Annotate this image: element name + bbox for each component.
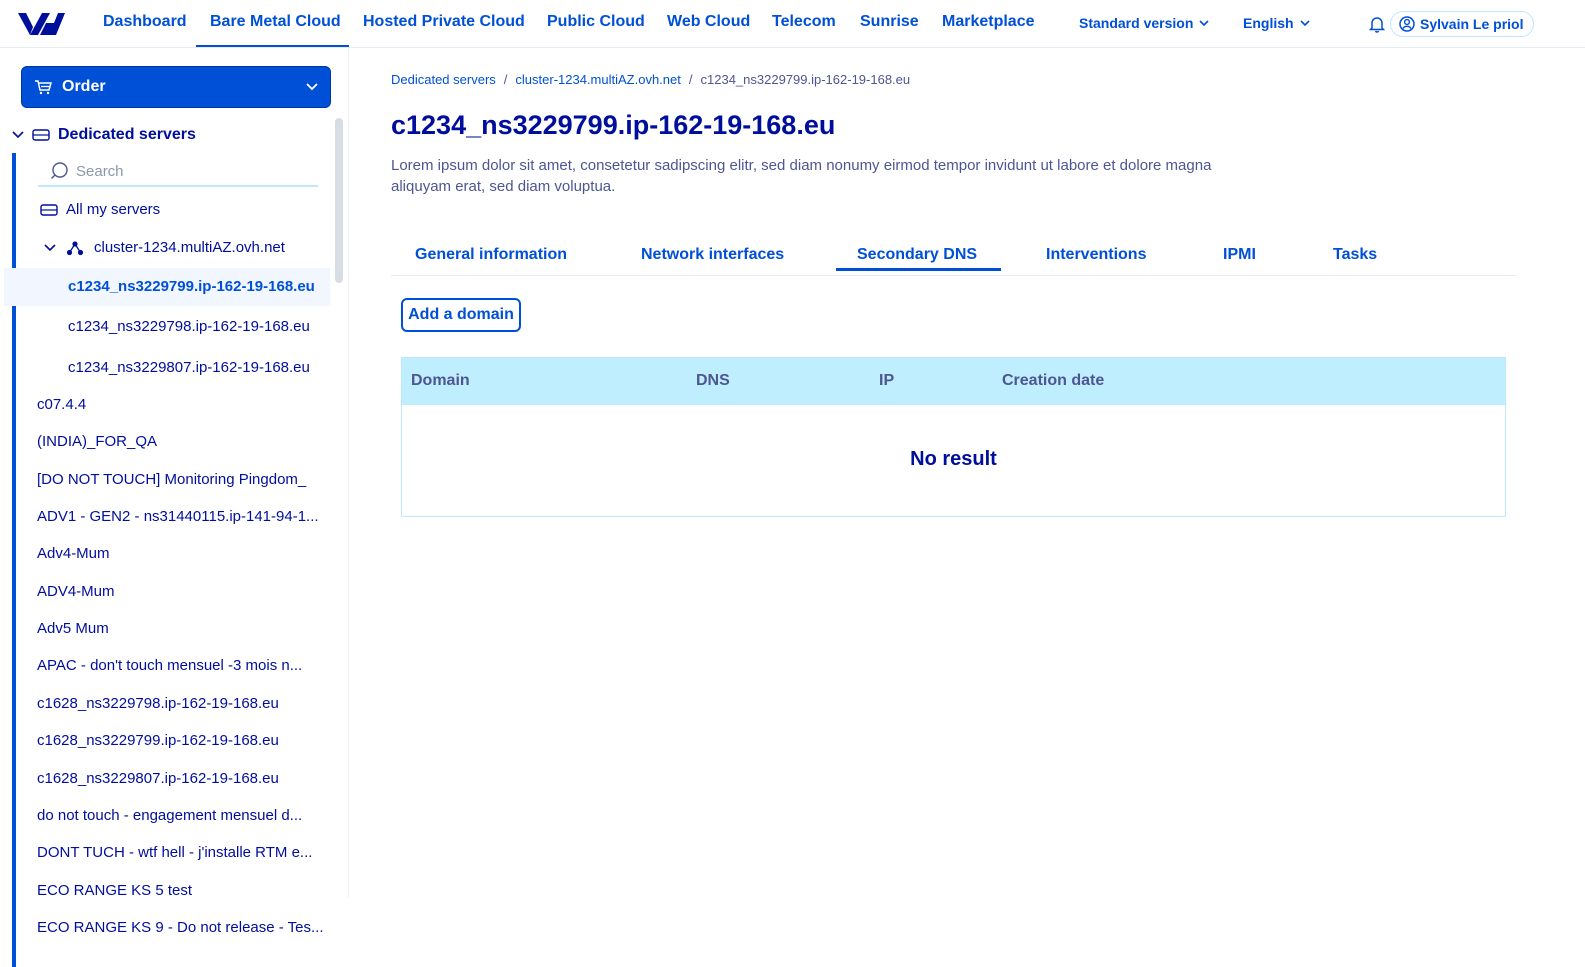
top-navigation: Dashboard Bare Metal Cloud Hosted Privat…	[0, 0, 1585, 48]
sidebar-item-server[interactable]: DONT TUCH - wtf hell - j'installe RTM e.…	[37, 844, 330, 861]
sidebar-item-label: All my servers	[66, 201, 161, 218]
tree-section-title: Dedicated servers	[58, 126, 196, 143]
table-header: Domain DNS IP Creation date	[402, 358, 1505, 405]
chevron-down-icon	[12, 131, 24, 139]
secondary-dns-table: Domain DNS IP Creation date No result	[401, 357, 1506, 517]
chevron-down-icon	[44, 243, 56, 251]
chevron-down-icon	[1299, 19, 1310, 26]
active-tab-indicator	[836, 268, 1001, 271]
add-domain-button[interactable]: Add a domain	[401, 298, 521, 332]
tab-network-interfaces[interactable]: Network interfaces	[641, 246, 784, 264]
nav-bare-metal-cloud[interactable]: Bare Metal Cloud	[210, 13, 341, 31]
sidebar-item-server[interactable]: c1234_ns3229798.ip-162-19-168.eu	[68, 318, 330, 335]
order-button[interactable]: Order	[21, 66, 331, 108]
breadcrumb-link-dedicated-servers[interactable]: Dedicated servers	[391, 72, 496, 87]
breadcrumb-separator: /	[688, 72, 693, 87]
breadcrumb-separator: /	[503, 72, 508, 87]
search-placeholder: Search	[76, 162, 124, 180]
sidebar-item-server[interactable]: ECO RANGE KS 5 test	[37, 882, 330, 899]
sidebar-search-input[interactable]: Search	[38, 157, 318, 187]
chevron-down-icon	[306, 83, 318, 91]
nav-telecom[interactable]: Telecom	[772, 13, 836, 31]
cluster-icon	[66, 240, 84, 255]
version-label: Standard version	[1079, 15, 1194, 31]
sidebar-item-server[interactable]: ADV1 - GEN2 - ns31440115.ip-141-94-1...	[37, 508, 330, 525]
cart-icon	[35, 80, 52, 95]
sidebar-item-selected-server[interactable]: c1234_ns3229799.ip-162-19-168.eu	[4, 268, 330, 306]
sidebar-item-server[interactable]: [DO NOT TOUCH] Monitoring Pingdom_	[37, 471, 330, 488]
nav-dashboard[interactable]: Dashboard	[103, 13, 187, 31]
sidebar-item-cluster[interactable]: cluster-1234.multiAZ.ovh.net	[44, 239, 285, 256]
sidebar-item-server[interactable]: ECO RANGE KS 9 - Do not release - Tes...	[37, 919, 330, 936]
empty-state-message: No result	[910, 448, 997, 470]
server-icon	[32, 129, 50, 141]
ovhcloud-logo[interactable]	[16, 9, 66, 39]
tab-ipmi[interactable]: IPMI	[1223, 246, 1256, 264]
sidebar-item-server[interactable]: c1628_ns3229799.ip-162-19-168.eu	[37, 732, 330, 749]
sidebar-divider	[348, 48, 349, 898]
tab-general-information[interactable]: General information	[415, 246, 567, 264]
sidebar-item-server[interactable]: c07.4.4	[37, 396, 330, 413]
sidebar-item-server[interactable]: c1628_ns3229798.ip-162-19-168.eu	[37, 695, 330, 712]
sidebar-item-label: cluster-1234.multiAZ.ovh.net	[94, 239, 285, 256]
search-icon	[51, 162, 68, 179]
nav-marketplace[interactable]: Marketplace	[942, 13, 1035, 31]
sidebar-item-server[interactable]: c1234_ns3229807.ip-162-19-168.eu	[68, 359, 330, 376]
version-selector[interactable]: Standard version	[1079, 15, 1209, 31]
column-header-ip[interactable]: IP	[879, 372, 894, 390]
sidebar-item-server[interactable]: Adv5 Mum	[37, 620, 330, 637]
nav-hosted-private-cloud[interactable]: Hosted Private Cloud	[363, 13, 525, 31]
sidebar-item-server[interactable]: ADV4-Mum	[37, 583, 330, 600]
column-header-dns[interactable]: DNS	[696, 372, 730, 390]
active-nav-indicator	[196, 45, 349, 47]
sidebar-item-server[interactable]: c1628_ns3229807.ip-162-19-168.eu	[37, 770, 330, 787]
nav-web-cloud[interactable]: Web Cloud	[667, 13, 750, 31]
sidebar-item-server[interactable]: (INDIA)_FOR_QA	[37, 433, 330, 450]
breadcrumb-link-cluster[interactable]: cluster-1234.multiAZ.ovh.net	[515, 72, 680, 87]
column-header-creation-date[interactable]: Creation date	[1002, 372, 1104, 390]
user-menu-button[interactable]: Sylvain Le priol	[1390, 11, 1535, 37]
tree-section-dedicated-servers[interactable]: Dedicated servers	[12, 126, 196, 144]
sidebar-item-label: c1234_ns3229799.ip-162-19-168.eu	[68, 278, 315, 295]
tab-tasks[interactable]: Tasks	[1333, 246, 1377, 264]
page-title: c1234_ns3229799.ip-162-19-168.eu	[391, 110, 836, 140]
order-label: Order	[62, 78, 106, 95]
sidebar-item-server[interactable]: APAC - don't touch mensuel -3 mois n...	[37, 657, 330, 674]
breadcrumb: Dedicated servers / cluster-1234.multiAZ.o…	[391, 72, 910, 87]
page-description: Lorem ipsum dolor sit amet, consetetur s…	[391, 157, 1212, 195]
user-icon	[1399, 16, 1415, 32]
language-selector[interactable]: English	[1243, 15, 1310, 31]
bell-icon[interactable]	[1369, 15, 1385, 33]
nav-sunrise[interactable]: Sunrise	[860, 13, 919, 31]
tab-interventions[interactable]: Interventions	[1046, 246, 1146, 264]
user-name: Sylvain Le priol	[1420, 16, 1524, 32]
column-header-domain[interactable]: Domain	[411, 372, 470, 390]
nav-public-cloud[interactable]: Public Cloud	[547, 13, 645, 31]
sidebar-item-all-servers[interactable]: All my servers	[40, 201, 160, 218]
breadcrumb-current: c1234_ns3229799.ip-162-19-168.eu	[700, 72, 911, 87]
server-icon	[40, 203, 58, 216]
sidebar-item-server[interactable]: do not touch - engagement mensuel d...	[37, 807, 330, 824]
tab-secondary-dns[interactable]: Secondary DNS	[857, 246, 977, 264]
sidebar-scrollbar[interactable]	[335, 118, 343, 283]
sidebar-item-server[interactable]: Adv4-Mum	[37, 545, 330, 562]
chevron-down-icon	[1199, 19, 1209, 26]
language-label: English	[1243, 15, 1294, 31]
